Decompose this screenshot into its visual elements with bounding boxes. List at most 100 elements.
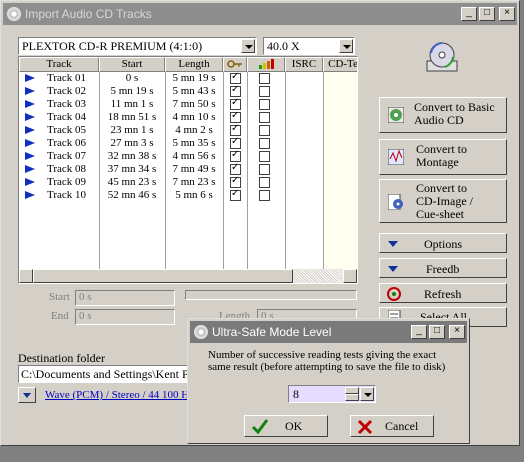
track-name: Track 09	[47, 176, 87, 188]
track-list[interactable]: Track Start Length ISRC CD-Te Track 01 0 …	[18, 56, 358, 284]
montage-icon	[388, 149, 404, 165]
scroll-left-button[interactable]	[19, 269, 33, 283]
track-length: 5 mn 43 s	[172, 85, 216, 97]
track-length: 7 mn 50 s	[172, 98, 216, 110]
speed-select[interactable]: 40.0 X	[263, 37, 355, 55]
column-header-level[interactable]	[247, 57, 285, 72]
flag-icon	[25, 191, 35, 199]
dialog-minimize-button[interactable]: _	[411, 325, 427, 339]
track-length: 5 mn 6 s	[175, 189, 213, 201]
track-start: 5 mn 19 s	[110, 85, 154, 97]
column-header-length[interactable]: Length	[165, 57, 223, 72]
position-slider[interactable]	[185, 290, 357, 300]
track-level-checkbox[interactable]	[259, 151, 270, 162]
cdtext-column-area	[324, 72, 357, 270]
track-name: Track 07	[47, 150, 87, 162]
spin-up-button[interactable]	[345, 387, 359, 394]
column-header-cdtext[interactable]: CD-Te	[323, 57, 357, 72]
start-label: Start	[49, 291, 70, 303]
track-level-checkbox[interactable]	[259, 190, 270, 201]
column-header-isrc[interactable]: ISRC	[285, 57, 323, 72]
flag-icon	[25, 100, 35, 108]
freedb-button[interactable]: Freedb	[379, 258, 507, 278]
ok-button[interactable]: OK	[244, 415, 328, 437]
track-level-checkbox[interactable]	[259, 86, 270, 97]
scroll-right-button[interactable]	[343, 269, 357, 283]
track-level-checkbox[interactable]	[259, 112, 270, 123]
track-length: 7 mn 23 s	[172, 176, 216, 188]
scroll-thumb[interactable]	[33, 269, 293, 283]
track-length: 4 mn 56 s	[172, 150, 216, 162]
chevron-down-icon[interactable]	[339, 39, 353, 53]
chevron-down-icon	[388, 241, 398, 247]
dialog-title: Ultra-Safe Mode Level	[212, 325, 332, 339]
track-level-checkbox[interactable]	[259, 177, 270, 188]
track-start: 23 mn 1 s	[110, 124, 154, 136]
cd-icon	[7, 7, 21, 21]
track-name: Track 04	[47, 111, 87, 123]
convert-basic-audio-cd-button[interactable]: Convert to Basic Audio CD	[379, 97, 507, 133]
refresh-icon	[387, 287, 401, 301]
cd-audio-icon	[388, 107, 404, 123]
track-name: Track 03	[47, 98, 87, 110]
ultra-safe-mode-dialog: Ultra-Safe Mode Level _ □ × Number of su…	[187, 318, 470, 444]
column-header-start[interactable]: Start	[99, 57, 165, 72]
track-start: 52 mn 46 s	[107, 189, 157, 201]
track-name: Track 02	[47, 85, 87, 97]
ok-label: OK	[285, 419, 303, 433]
level-select[interactable]: 8	[288, 385, 376, 403]
maximize-button[interactable]: □	[479, 7, 495, 21]
convert-cd-image-button[interactable]: Convert to CD-Image / Cue-sheet	[379, 179, 507, 223]
destination-label: Destination folder	[18, 351, 105, 365]
convert-montage-button[interactable]: Convert to Montage	[379, 139, 507, 175]
flag-icon	[25, 165, 35, 173]
track-length: 5 mn 19 s	[172, 72, 216, 84]
format-dropdown-button[interactable]	[18, 387, 36, 403]
end-field[interactable]: 0 s	[75, 309, 175, 325]
track-start: 45 mn 23 s	[107, 176, 157, 188]
format-link[interactable]: Wave (PCM) / Stereo / 44 100 H	[45, 389, 187, 401]
chevron-down-icon[interactable]	[360, 387, 374, 401]
cd-drive-icon	[426, 42, 458, 72]
key-icon	[227, 60, 242, 68]
track-level-checkbox[interactable]	[259, 164, 270, 175]
flag-icon	[25, 87, 35, 95]
track-level-checkbox[interactable]	[259, 138, 270, 149]
track-name: Track 08	[47, 163, 87, 175]
main-titlebar: Import Audio CD Tracks _ □ ×	[3, 3, 517, 25]
horizontal-scrollbar[interactable]	[19, 269, 357, 283]
drive-value: PLEXTOR CD-R PREMIUM (4:1:0)	[22, 39, 203, 53]
column-header-track[interactable]: Track	[19, 57, 99, 72]
track-select-checkbox[interactable]	[230, 187, 241, 201]
dialog-maximize-button[interactable]: □	[429, 325, 445, 339]
track-length: 4 mn 10 s	[172, 111, 216, 123]
options-button[interactable]: Options	[379, 233, 507, 253]
chevron-down-icon	[23, 393, 31, 398]
track-length: 5 mn 35 s	[172, 137, 216, 149]
level-value: 8	[293, 387, 299, 401]
start-field[interactable]: 0 s	[75, 290, 175, 306]
cancel-label: Cancel	[385, 419, 419, 433]
dialog-close-button[interactable]: ×	[449, 325, 465, 339]
track-length: 4 mn 2 s	[175, 124, 213, 136]
minimize-button[interactable]: _	[461, 7, 477, 21]
end-label: End	[51, 310, 69, 322]
flag-icon	[25, 74, 35, 82]
flag-icon	[25, 178, 35, 186]
dialog-titlebar: Ultra-Safe Mode Level _ □ ×	[190, 321, 467, 343]
level-meter-icon	[259, 59, 274, 69]
cancel-button[interactable]: Cancel	[350, 415, 434, 437]
spin-down-button[interactable]	[345, 394, 359, 401]
track-name: Track 01	[47, 72, 87, 84]
chevron-down-icon[interactable]	[241, 39, 255, 53]
track-name: Track 10	[47, 189, 87, 201]
track-level-checkbox[interactable]	[259, 125, 270, 136]
drive-select[interactable]: PLEXTOR CD-R PREMIUM (4:1:0)	[18, 37, 257, 55]
destination-path-field[interactable]: C:\Documents and Settings\Kent Po	[18, 365, 190, 383]
refresh-button[interactable]: Refresh	[379, 283, 507, 303]
track-length: 7 mn 49 s	[172, 163, 216, 175]
track-start: 27 mn 3 s	[110, 137, 154, 149]
track-level-checkbox[interactable]	[259, 99, 270, 110]
close-button[interactable]: ×	[499, 7, 515, 21]
track-level-checkbox[interactable]	[259, 73, 270, 84]
